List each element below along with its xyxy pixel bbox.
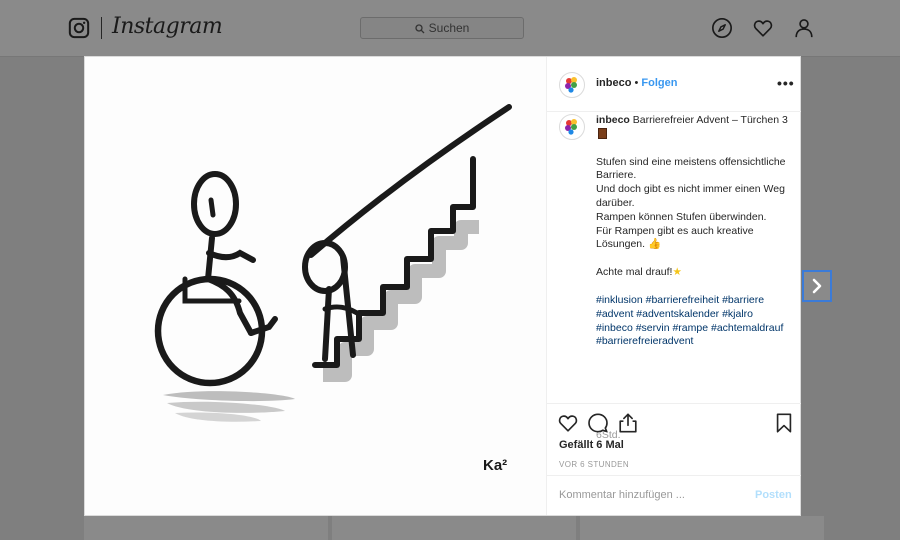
feed-thumbnail xyxy=(332,516,576,540)
stick-figure-drawing: Ka² xyxy=(154,104,512,474)
star-emoji-icon: ★ xyxy=(672,266,682,279)
caption-line: Und doch gibt es nicht immer einen Weg d… xyxy=(596,183,785,209)
bookmark-icon[interactable] xyxy=(773,412,795,434)
like-count[interactable]: Gefällt 6 Mal xyxy=(559,439,624,451)
post-age: VOR 6 STUNDEN xyxy=(559,460,630,469)
caption-line: Achte mal drauf! xyxy=(596,266,673,279)
comment-input[interactable] xyxy=(559,484,739,506)
post-image[interactable]: Ka² xyxy=(85,57,546,515)
caption-hashtags[interactable]: #inklusion #barrierefreiheit #barriere #… xyxy=(596,294,792,349)
caption-line: Für Rampen gibt es auch kreative Lösunge… xyxy=(596,224,754,251)
post-sidebar: inbeco • Folgen ••• inbeco Barrierefreie… xyxy=(546,57,801,515)
feed-thumbnail xyxy=(84,516,328,540)
instagram-camera-icon[interactable] xyxy=(68,17,90,39)
search-placeholder: Suchen xyxy=(428,21,470,35)
feed-thumbnail xyxy=(580,516,824,540)
door-emoji-icon xyxy=(598,127,607,139)
caption-area: inbeco Barrierefreier Advent – Türchen 3… xyxy=(547,112,801,441)
post-modal: Ka² inbeco • Folgen ••• inbeco Barrieref… xyxy=(84,56,801,516)
compass-icon[interactable] xyxy=(711,17,733,39)
more-options-icon[interactable]: ••• xyxy=(777,75,795,91)
search-input[interactable]: Suchen xyxy=(360,17,524,39)
avatar[interactable] xyxy=(559,114,585,140)
thumbs-up-emoji-icon: 👍 xyxy=(647,238,662,251)
avatar[interactable] xyxy=(559,72,585,98)
artist-signature: Ka² xyxy=(483,457,507,474)
follow-button[interactable]: Folgen xyxy=(641,77,677,89)
next-post-button[interactable] xyxy=(802,270,832,302)
post-caption: inbeco Barrierefreier Advent – Türchen 3… xyxy=(596,114,792,349)
add-comment-bar: Posten xyxy=(547,475,801,516)
logo-divider xyxy=(101,17,102,39)
comment-bubble-icon[interactable] xyxy=(587,412,609,434)
caption-line: Rampen können Stufen überwinden. xyxy=(596,210,767,223)
inbeco-logo-icon xyxy=(565,77,577,93)
post-comment-button[interactable]: Posten xyxy=(755,489,792,501)
inbeco-logo-icon xyxy=(565,119,577,135)
username-link[interactable]: inbeco xyxy=(596,77,631,89)
post-actions: Gefällt 6 Mal VOR 6 STUNDEN xyxy=(547,403,801,476)
profile-icon[interactable] xyxy=(793,17,815,39)
share-icon[interactable] xyxy=(617,412,639,434)
caption-username[interactable]: inbeco xyxy=(596,114,630,126)
instagram-wordmark[interactable]: Instagram xyxy=(112,14,223,39)
caption-line: Stufen sind eine meistens offensichtlich… xyxy=(596,155,786,182)
top-navigation-bar: Instagram Suchen xyxy=(0,0,900,57)
post-author: inbeco • Folgen xyxy=(596,77,678,89)
post-header: inbeco • Folgen ••• xyxy=(547,57,801,112)
search-icon xyxy=(414,24,425,34)
caption-title: Barrierefreier Advent – Türchen 3 xyxy=(632,114,788,126)
heart-icon[interactable] xyxy=(752,17,774,39)
chevron-right-icon xyxy=(812,278,822,294)
like-heart-icon[interactable] xyxy=(557,412,579,434)
